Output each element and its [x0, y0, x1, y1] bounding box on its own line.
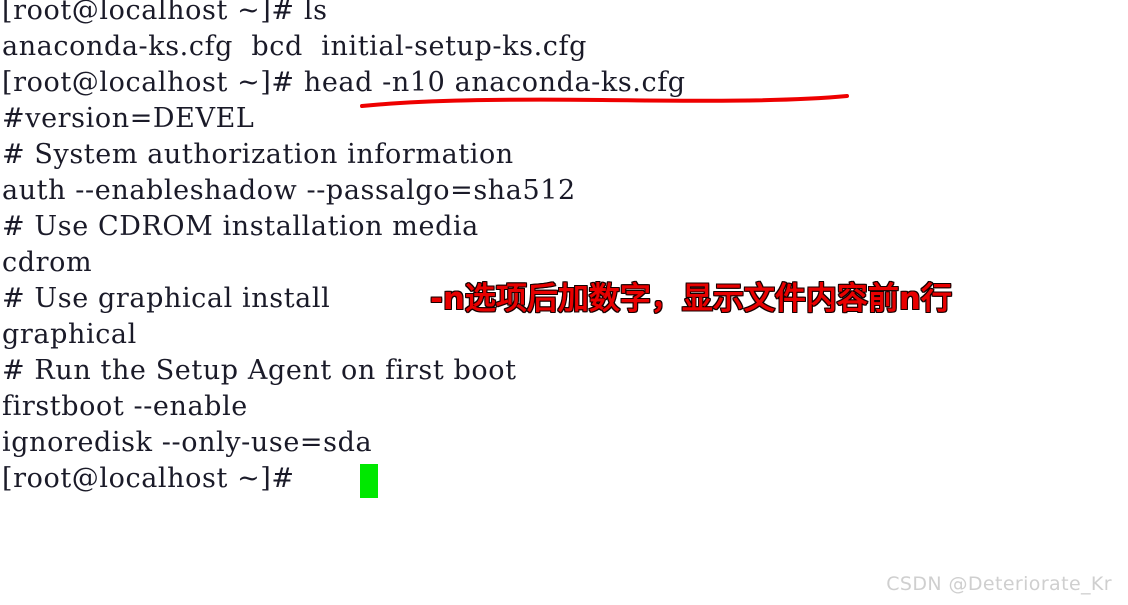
csdn-watermark: CSDN @Deteriorate_Kr — [886, 573, 1112, 595]
terminal-line: auth --enableshadow --passalgo=sha512 — [2, 175, 576, 206]
annotation-note: -n选项后加数字，显示文件内容前n行 — [429, 281, 953, 317]
terminal-line: graphical — [2, 319, 137, 350]
terminal-line: ignoredisk --only-use=sda — [2, 427, 373, 458]
terminal-screenshot: [root@localhost ~]# ls anaconda-ks.cfg b… — [0, 0, 1128, 605]
terminal-line: [root@localhost ~]# head -n10 anaconda-k… — [2, 67, 686, 98]
terminal-cursor — [360, 464, 378, 498]
terminal-output[interactable]: [root@localhost ~]# ls anaconda-ks.cfg b… — [0, 0, 1128, 497]
terminal-line: anaconda-ks.cfg bcd initial-setup-ks.cfg — [2, 31, 587, 62]
terminal-line: cdrom — [2, 247, 93, 278]
terminal-line: # System authorization information — [2, 139, 514, 170]
terminal-line: firstboot --enable — [2, 391, 248, 422]
terminal-prompt-line: [root@localhost ~]# — [2, 463, 304, 494]
terminal-line: [root@localhost ~]# ls — [2, 0, 328, 26]
terminal-line: #version=DEVEL — [2, 103, 255, 134]
terminal-line: # Use CDROM installation media — [2, 211, 479, 242]
terminal-line: # Run the Setup Agent on first boot — [2, 355, 517, 386]
